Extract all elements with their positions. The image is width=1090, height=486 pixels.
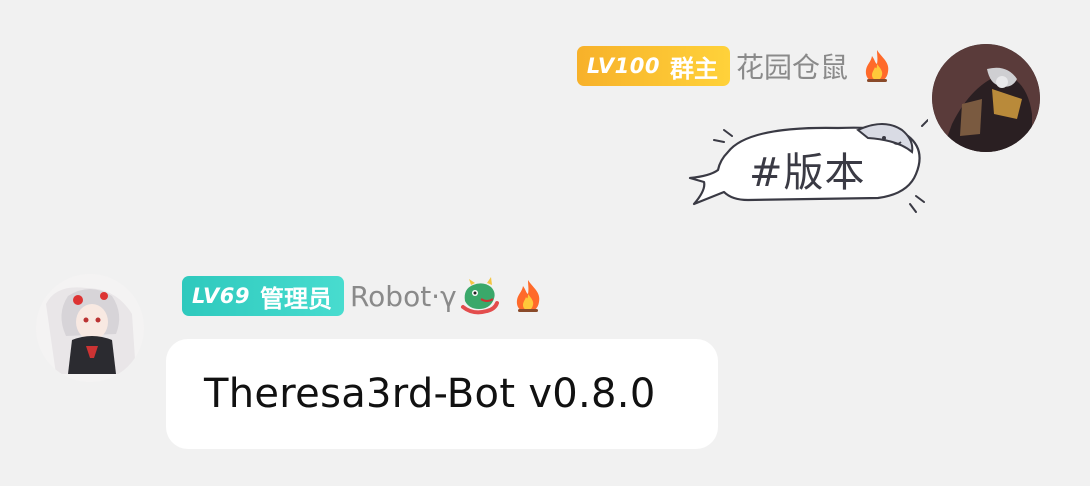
bot-message-bubble[interactable]: Theresa3rd-Bot v0.8.0 bbox=[166, 339, 718, 449]
bot-avatar[interactable] bbox=[36, 274, 144, 382]
admin-badge: LV69 管理员 bbox=[182, 276, 344, 316]
role-label: 管理员 bbox=[259, 284, 332, 313]
user-meta-row: LV100 群主 花园仓鼠 bbox=[576, 46, 894, 86]
owner-badge: LV100 群主 bbox=[576, 46, 730, 86]
fire-icon bbox=[860, 48, 894, 84]
user-avatar[interactable] bbox=[932, 44, 1040, 152]
dragon-icon bbox=[459, 277, 499, 315]
bot-avatar-image bbox=[36, 274, 144, 382]
sticker-text: #版本 bbox=[749, 150, 866, 196]
role-label: 群主 bbox=[669, 54, 718, 83]
level-label: LV100 bbox=[586, 54, 660, 78]
message-text: Theresa3rd-Bot v0.8.0 bbox=[204, 371, 656, 417]
nickname[interactable]: Robot·γ bbox=[350, 280, 457, 313]
nickname[interactable]: 花园仓鼠 bbox=[736, 46, 848, 86]
fire-icon bbox=[511, 278, 545, 314]
user-avatar-image bbox=[932, 44, 1040, 152]
level-label: LV69 bbox=[192, 284, 250, 308]
bot-meta-row: LV69 管理员 Robot·γ bbox=[182, 276, 545, 316]
